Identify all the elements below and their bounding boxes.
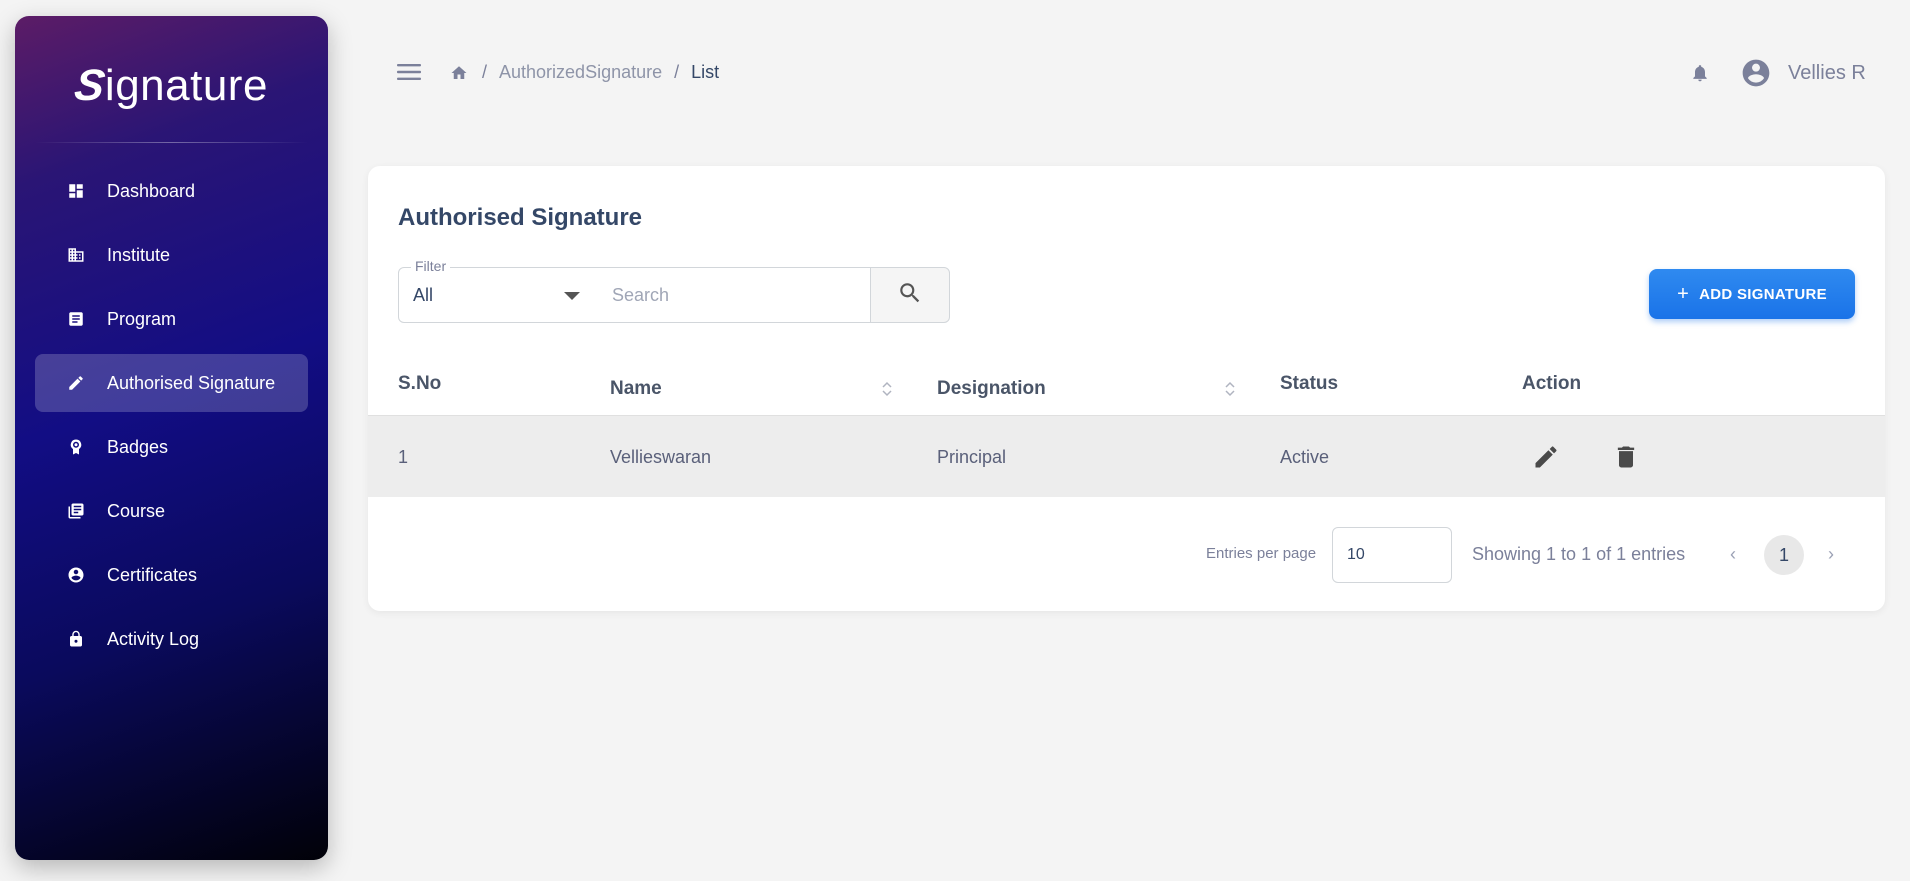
column-header-action: Action xyxy=(1522,373,1582,394)
entries-per-page-label: Entries per page xyxy=(1206,545,1317,562)
add-signature-button[interactable]: + ADD SIGNATURE xyxy=(1649,269,1855,319)
sidebar-item-course[interactable]: Course xyxy=(35,482,308,540)
sidebar-item-label: Program xyxy=(107,308,177,329)
sort-icon[interactable] xyxy=(1224,381,1236,397)
search-button[interactable] xyxy=(870,267,950,323)
sidebar-divider xyxy=(35,142,308,143)
sidebar-item-label: Badges xyxy=(107,436,169,457)
bell-icon[interactable] xyxy=(1690,62,1712,84)
sidebar-item-label: Certificates xyxy=(107,564,198,585)
badge-icon xyxy=(65,436,87,458)
breadcrumb-separator: / xyxy=(482,62,488,82)
column-header-status: Status xyxy=(1280,373,1339,394)
user-avatar-icon[interactable] xyxy=(1740,57,1772,89)
user-name[interactable]: Vellies R xyxy=(1788,62,1866,85)
sidebar-item-activity-log[interactable]: Activity Log xyxy=(35,610,308,668)
sidebar-item-label: Course xyxy=(107,500,166,521)
breadcrumb-link[interactable]: AuthorizedSignature xyxy=(499,62,662,83)
entries-per-page-input[interactable] xyxy=(1332,527,1452,583)
breadcrumb-current: List xyxy=(691,62,720,82)
entries-summary: Showing 1 to 1 of 1 entries xyxy=(1472,544,1686,564)
column-header-sno: S.No xyxy=(398,373,442,394)
brand-logo[interactable]: Signature xyxy=(15,58,328,114)
sidebar-item-badges[interactable]: Badges xyxy=(35,418,308,476)
pagination-page-button[interactable]: 1 xyxy=(1764,535,1804,575)
search-icon xyxy=(897,280,923,311)
pencil-icon xyxy=(65,372,87,394)
table-row: 1 Vellieswaran Principal Active xyxy=(368,415,1885,497)
sidebar-item-label: Institute xyxy=(107,244,171,265)
pagination-next-button[interactable]: › xyxy=(1828,544,1834,565)
sort-icon[interactable] xyxy=(881,381,893,397)
signature-list-card: Authorised Signature Filter All + ADD SI… xyxy=(368,166,1885,611)
search-input[interactable] xyxy=(598,267,871,323)
breadcrumb: / AuthorizedSignature / List xyxy=(450,62,719,83)
document-icon xyxy=(65,308,87,330)
delete-icon[interactable] xyxy=(1612,443,1640,471)
pagination-prev-button[interactable]: ‹ xyxy=(1730,544,1736,565)
building-icon xyxy=(65,244,87,266)
logo-text: ignature xyxy=(104,61,268,110)
sidebar-item-dashboard[interactable]: Dashboard xyxy=(35,162,308,220)
sidebar-item-program[interactable]: Program xyxy=(35,290,308,348)
library-icon xyxy=(65,500,87,522)
sidebar-item-label: Dashboard xyxy=(107,180,196,201)
sidebar: Signature Dashboard Institute Program Au xyxy=(15,16,328,860)
sidebar-item-authorised-signature[interactable]: Authorised Signature xyxy=(35,354,308,412)
sidebar-item-label: Authorised Signature xyxy=(107,372,276,393)
card-title: Authorised Signature xyxy=(398,204,643,231)
chevron-down-icon xyxy=(564,292,580,300)
home-icon[interactable] xyxy=(450,63,470,83)
add-signature-label: ADD SIGNATURE xyxy=(1699,285,1827,303)
cell-sno: 1 xyxy=(398,447,409,467)
cell-designation: Principal xyxy=(937,447,1007,467)
hamburger-menu-icon[interactable] xyxy=(396,60,422,84)
cell-status: Active xyxy=(1280,447,1330,467)
lock-icon xyxy=(65,628,87,650)
logo-mark: S xyxy=(71,61,109,110)
cell-name: Vellieswaran xyxy=(610,447,712,467)
sidebar-item-label: Activity Log xyxy=(107,628,200,649)
sidebar-item-institute[interactable]: Institute xyxy=(35,226,308,284)
sidebar-item-certificates[interactable]: Certificates xyxy=(35,546,308,604)
filter-value: All xyxy=(413,285,434,305)
filter-select[interactable]: Filter All xyxy=(398,258,599,323)
plus-icon: + xyxy=(1677,282,1690,305)
user-circle-icon xyxy=(65,564,87,586)
column-header-name[interactable]: Name xyxy=(610,378,662,400)
column-header-designation[interactable]: Designation xyxy=(937,378,1046,400)
breadcrumb-separator: / xyxy=(674,62,680,82)
dashboard-icon xyxy=(65,180,87,202)
sidebar-nav: Dashboard Institute Program Authorised S… xyxy=(35,162,308,674)
filter-label: Filter xyxy=(411,258,451,274)
edit-icon[interactable] xyxy=(1532,443,1560,471)
